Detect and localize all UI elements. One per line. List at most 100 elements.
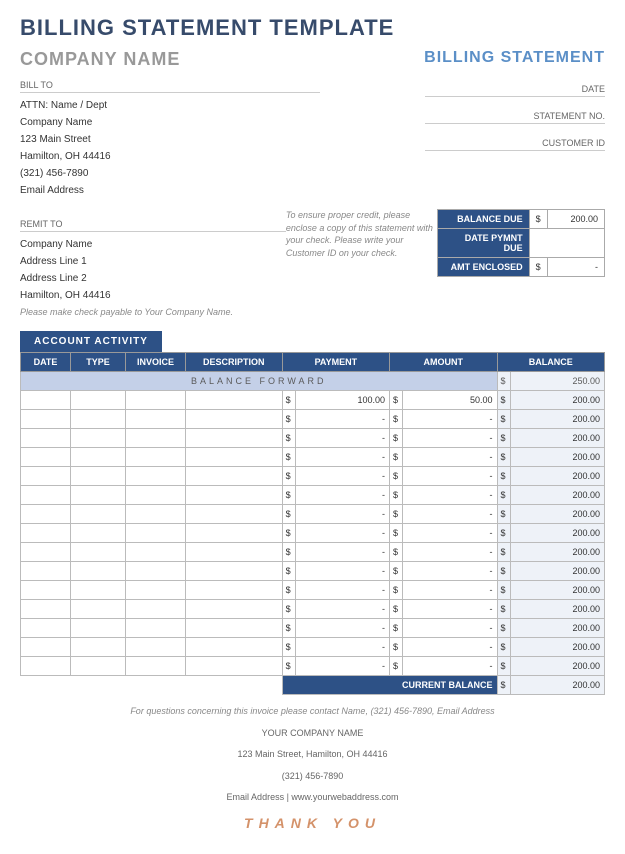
currency-symbol: $	[282, 467, 295, 486]
cell	[71, 524, 126, 543]
cell	[71, 391, 126, 410]
cell	[71, 562, 126, 581]
payment-value: -	[295, 543, 389, 562]
column-header: DATE	[21, 353, 71, 372]
table-row: $-$-$200.00	[21, 600, 605, 619]
cell	[186, 391, 283, 410]
footer-email: Email Address | www.yourwebaddress.com	[20, 791, 605, 805]
cell	[21, 619, 71, 638]
cell	[21, 429, 71, 448]
cell	[186, 505, 283, 524]
currency-symbol: $	[282, 391, 295, 410]
table-row: $-$-$200.00	[21, 562, 605, 581]
cell	[126, 505, 186, 524]
payment-value: -	[295, 562, 389, 581]
cell	[186, 524, 283, 543]
remit-to-line: Address Line 1	[20, 253, 286, 270]
cell	[126, 600, 186, 619]
amount-value: -	[403, 486, 497, 505]
amt-enclosed-value: -	[547, 258, 604, 277]
column-header: BALANCE	[497, 353, 605, 372]
cell	[21, 448, 71, 467]
cell	[186, 581, 283, 600]
cell	[21, 562, 71, 581]
currency-symbol: $	[282, 524, 295, 543]
cell	[126, 486, 186, 505]
company-name: COMPANY NAME	[20, 49, 180, 70]
amount-value: -	[403, 467, 497, 486]
currency-symbol: $	[390, 505, 403, 524]
footer-address: 123 Main Street, Hamilton, OH 44416	[20, 748, 605, 762]
cell	[71, 600, 126, 619]
column-header: DESCRIPTION	[186, 353, 283, 372]
date-label: DATE	[425, 84, 605, 97]
cell	[21, 657, 71, 676]
currency-symbol: $	[282, 638, 295, 657]
currency-symbol: $	[390, 486, 403, 505]
billing-statement-label: BILLING STATEMENT	[424, 49, 605, 67]
currency-symbol: $	[390, 429, 403, 448]
cell	[186, 600, 283, 619]
table-row: $-$-$200.00	[21, 505, 605, 524]
bill-to-line: 123 Main Street	[20, 131, 320, 148]
payment-value: -	[295, 619, 389, 638]
cell	[126, 391, 186, 410]
amount-value: -	[403, 429, 497, 448]
balance-value: 200.00	[510, 448, 604, 467]
table-row: $-$-$200.00	[21, 448, 605, 467]
currency-symbol: $	[390, 467, 403, 486]
cell	[126, 543, 186, 562]
currency-symbol: $	[497, 372, 510, 391]
amount-value: -	[403, 619, 497, 638]
amount-value: -	[403, 657, 497, 676]
currency-symbol: $	[282, 486, 295, 505]
account-activity-tab: ACCOUNT ACTIVITY	[20, 331, 162, 352]
amount-value: -	[403, 524, 497, 543]
payment-value: -	[295, 524, 389, 543]
credit-note: To ensure proper credit, please enclose …	[286, 209, 437, 259]
currency-symbol: $	[497, 505, 510, 524]
cell	[126, 619, 186, 638]
payment-value: -	[295, 638, 389, 657]
cell	[126, 562, 186, 581]
table-row: $-$-$200.00	[21, 429, 605, 448]
currency-symbol: $	[497, 619, 510, 638]
cell	[126, 467, 186, 486]
cell	[21, 467, 71, 486]
amount-value: -	[403, 638, 497, 657]
table-row: $-$-$200.00	[21, 581, 605, 600]
currency-symbol: $	[529, 210, 547, 229]
currency-symbol: $	[497, 486, 510, 505]
currency-symbol: $	[497, 600, 510, 619]
balance-value: 200.00	[510, 391, 604, 410]
balance-summary: BALANCE DUE$200.00 DATE PYMNT DUE AMT EN…	[437, 209, 605, 277]
table-row: $-$-$200.00	[21, 524, 605, 543]
currency-symbol: $	[282, 543, 295, 562]
amount-value: -	[403, 448, 497, 467]
balance-value: 200.00	[510, 486, 604, 505]
cell	[71, 581, 126, 600]
customer-id-label: CUSTOMER ID	[425, 138, 605, 151]
currency-symbol: $	[390, 543, 403, 562]
cell	[21, 505, 71, 524]
cell	[126, 524, 186, 543]
cell	[71, 638, 126, 657]
cell	[126, 581, 186, 600]
table-row: $-$-$200.00	[21, 543, 605, 562]
currency-symbol: $	[390, 581, 403, 600]
cell	[21, 638, 71, 657]
date-pymnt-due-value	[529, 229, 604, 258]
payment-value: -	[295, 429, 389, 448]
cell	[186, 410, 283, 429]
currency-symbol: $	[497, 676, 510, 695]
cell	[21, 486, 71, 505]
bill-to-line: ATTN: Name / Dept	[20, 97, 320, 114]
currency-symbol: $	[497, 410, 510, 429]
balance-due-label: BALANCE DUE	[437, 210, 529, 229]
cell	[126, 638, 186, 657]
currency-symbol: $	[497, 657, 510, 676]
table-row: $-$-$200.00	[21, 410, 605, 429]
currency-symbol: $	[282, 619, 295, 638]
cell	[71, 619, 126, 638]
payment-value: -	[295, 581, 389, 600]
